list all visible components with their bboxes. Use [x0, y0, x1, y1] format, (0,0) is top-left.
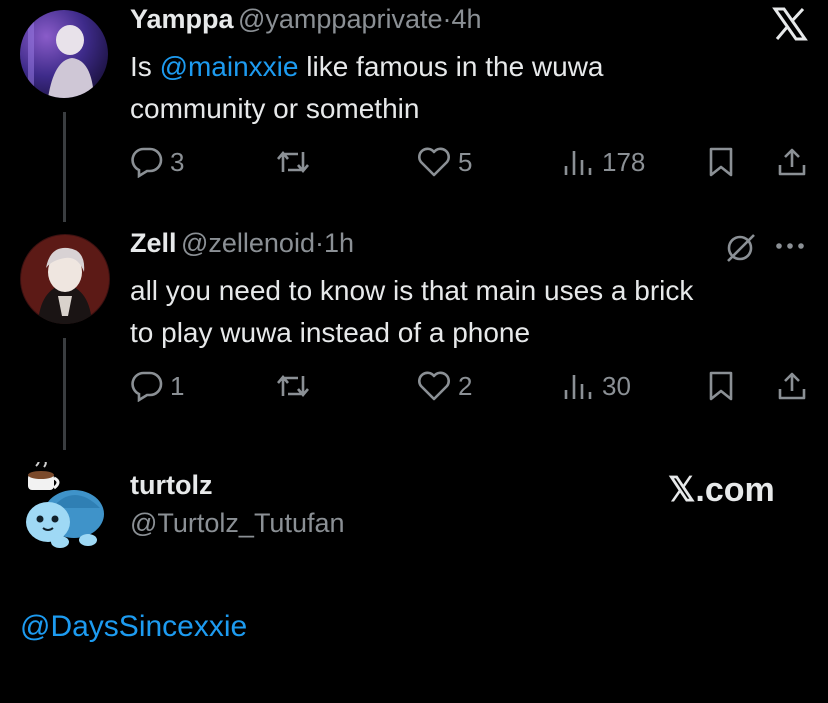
- tweet2-bookmark-button[interactable]: [706, 370, 736, 402]
- tweet2-text-line2: to play wuwa instead of a phone: [130, 317, 531, 348]
- tweet1-reply-count: 3: [170, 146, 185, 177]
- x-logo-icon: [772, 6, 808, 42]
- tweet3-author-handle[interactable]: @Turtolz_Tutufan: [130, 508, 345, 539]
- tweet3-author-name[interactable]: turtolz: [130, 470, 212, 501]
- x-com-brand: 𝕏.com: [668, 471, 775, 509]
- bookmark-icon: [709, 371, 733, 401]
- avatar-zell[interactable]: [20, 234, 110, 324]
- days-since-mention-link[interactable]: @DaysSincexxie: [20, 610, 247, 644]
- tweet2-like-button[interactable]: 2: [416, 370, 472, 402]
- share-icon: [778, 372, 806, 400]
- views-icon: [564, 151, 592, 175]
- avatar-turtolz[interactable]: [18, 459, 110, 552]
- tweet1-reply-button[interactable]: 3: [130, 146, 184, 178]
- bookmark-icon: [709, 147, 733, 177]
- tweet1-retweet-button[interactable]: [274, 146, 312, 178]
- tweet2-text-line1: all you need to know is that main uses a…: [130, 275, 694, 306]
- grok-icon[interactable]: [724, 230, 758, 264]
- tweet1-dot: ·: [442, 4, 452, 34]
- tweet2-author-handle[interactable]: @zellenoid: [181, 228, 315, 258]
- tweet1-author-handle[interactable]: @yamppaprivate: [238, 4, 443, 34]
- tweet2-view-count: 30: [602, 370, 631, 401]
- heart-icon: [418, 147, 450, 177]
- tweet2-dot: ·: [314, 228, 324, 258]
- thread-line-1: [63, 112, 66, 222]
- tweet1-like-button[interactable]: 5: [416, 146, 472, 178]
- tweet1-view-count: 178: [602, 146, 646, 177]
- tweet2-retweet-button[interactable]: [274, 370, 312, 402]
- tweet1-mention-link[interactable]: @mainxxie: [160, 51, 299, 82]
- views-icon: [564, 375, 592, 399]
- tweet2-text: all you need to know is that main uses a…: [130, 270, 810, 354]
- tweet2-share-button[interactable]: [776, 370, 808, 402]
- tweet1-text-prefix: Is: [130, 51, 160, 82]
- tweet2-views-button[interactable]: 30: [560, 370, 631, 402]
- reply-icon: [131, 371, 163, 402]
- tweet1-text-rest: like famous in the wuwa: [298, 51, 604, 82]
- tweet1-time[interactable]: 4h: [452, 4, 482, 34]
- tweet2-reply-count: 1: [170, 370, 185, 401]
- tweet1-text: Is @mainxxie like famous in the wuwa com…: [130, 46, 790, 130]
- tweet2-time[interactable]: 1h: [324, 228, 354, 258]
- heart-icon: [418, 371, 450, 401]
- more-options-icon[interactable]: [772, 236, 808, 256]
- tweet1-text-line2: community or somethin: [130, 93, 420, 124]
- tweet2-like-count: 2: [458, 370, 473, 401]
- tweet1-bookmark-button[interactable]: [706, 146, 736, 178]
- tweet1-author-name[interactable]: Yamppa: [130, 4, 234, 34]
- thread-line-2: [63, 338, 66, 450]
- tweet2-author-name[interactable]: Zell: [130, 228, 177, 258]
- retweet-icon: [277, 374, 309, 398]
- tweet2-reply-button[interactable]: 1: [130, 370, 184, 402]
- avatar-yamppa[interactable]: [20, 10, 108, 98]
- tweet2-header: Zell @zellenoid·1h: [130, 228, 354, 259]
- tweet1-like-count: 5: [458, 146, 473, 177]
- retweet-icon: [277, 150, 309, 174]
- tweet1-text-line1: Is @mainxxie like famous in the wuwa: [130, 46, 790, 88]
- tweet1-share-button[interactable]: [776, 146, 808, 178]
- share-icon: [778, 148, 806, 176]
- tweet1-views-button[interactable]: 178: [560, 146, 645, 178]
- reply-icon: [131, 147, 163, 178]
- tweet1-header: Yamppa @yamppaprivate·4h: [130, 4, 482, 35]
